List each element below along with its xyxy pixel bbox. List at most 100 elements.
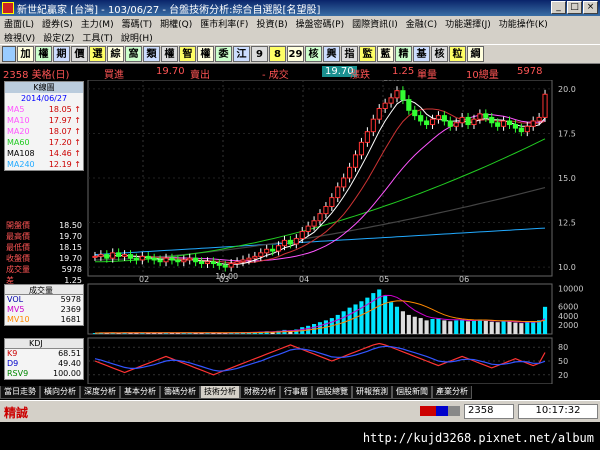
tab-1[interactable]: 橫向分析 bbox=[40, 386, 80, 399]
menu-item-7[interactable]: 操盤密碼(P) bbox=[292, 17, 348, 30]
menu-item-11[interactable]: 功能操作(K) bbox=[495, 17, 552, 30]
candle-body bbox=[424, 120, 430, 126]
volume-row-mv5: MV5 2369 bbox=[5, 305, 83, 315]
toolbar-button-17[interactable]: 興 bbox=[323, 46, 340, 62]
minimize-button[interactable]: _ bbox=[551, 1, 566, 14]
toolbar-button-8[interactable]: 權 bbox=[161, 46, 178, 62]
toolbar-button-1[interactable]: 權 bbox=[35, 46, 52, 62]
menu-item-view-2[interactable]: 工具(T) bbox=[78, 31, 117, 44]
tab-9[interactable]: 研報預測 bbox=[352, 386, 392, 399]
toolbar-button-4[interactable]: 選 bbox=[89, 46, 106, 62]
toolbar-button-9[interactable]: 智 bbox=[179, 46, 196, 62]
menu-item-6[interactable]: 投資(B) bbox=[252, 17, 291, 30]
toolbar-button-18[interactable]: 指 bbox=[341, 46, 358, 62]
sell-label: 賣出 bbox=[190, 70, 210, 81]
toolbar-button-25[interactable]: 綱 bbox=[467, 46, 484, 62]
toolbar-button-11[interactable]: 委 bbox=[215, 46, 232, 62]
tab-7[interactable]: 行事曆 bbox=[280, 386, 312, 399]
menu-item-5[interactable]: 匯市利率(F) bbox=[196, 17, 252, 30]
high-annotation: 19.90 bbox=[383, 80, 406, 83]
price-tick-label: 12.5 bbox=[558, 219, 576, 228]
candle-body bbox=[382, 102, 388, 110]
single-volume-label: 單量 bbox=[417, 70, 437, 81]
tab-6[interactable]: 財務分析 bbox=[240, 386, 280, 399]
stock-code-input[interactable]: 2358 bbox=[464, 404, 514, 419]
volume-bar bbox=[507, 321, 512, 334]
volume-bar bbox=[377, 289, 382, 334]
maximize-button[interactable]: □ bbox=[567, 1, 582, 14]
time-tick-label: 02 bbox=[139, 275, 149, 284]
toolbar-button-24[interactable]: 粒 bbox=[449, 46, 466, 62]
toolbar-button-10[interactable]: 權 bbox=[197, 46, 214, 62]
candle-body bbox=[127, 254, 134, 259]
menu-bar-primary: 盡面(L) 證券(S) 主力(M) 籌碼(T) 期權(Q) 匯市利率(F) 投資(B) 操盤密… bbox=[0, 16, 600, 30]
toolbar-button-14[interactable]: 8 bbox=[269, 46, 286, 62]
volume-bar bbox=[465, 321, 471, 334]
toolbar-button-20[interactable]: 藍 bbox=[377, 46, 394, 62]
menu-item-3[interactable]: 籌碼(T) bbox=[118, 17, 157, 30]
toolbar-button-2[interactable]: 期 bbox=[53, 46, 70, 62]
menu-item-view-3[interactable]: 說明(H) bbox=[117, 31, 157, 44]
tab-10[interactable]: 個股新聞 bbox=[392, 386, 432, 399]
tab-4[interactable]: 籌碼分析 bbox=[160, 386, 200, 399]
kd-row-k9: K9 68.51 bbox=[5, 349, 83, 359]
candle-body bbox=[429, 118, 436, 126]
menu-item-10[interactable]: 功能選擇(J) bbox=[441, 17, 495, 30]
volume-tick-label: 4000 bbox=[558, 312, 578, 321]
grid-icon[interactable] bbox=[2, 46, 16, 62]
price-tick-label: 10.0 bbox=[558, 263, 576, 272]
volume-bar bbox=[383, 295, 388, 334]
toolbar-button-23[interactable]: 核 bbox=[431, 46, 448, 62]
kd-label: D9 bbox=[7, 359, 19, 368]
toolbar-button-6[interactable]: 窩 bbox=[125, 46, 142, 62]
tab-5[interactable]: 技術分析 bbox=[200, 386, 240, 399]
toolbar-button-7[interactable]: 類 bbox=[143, 46, 160, 62]
toolbar-button-19[interactable]: 監 bbox=[359, 46, 376, 62]
tab-2[interactable]: 深度分析 bbox=[80, 386, 120, 399]
tab-11[interactable]: 產業分析 bbox=[432, 386, 472, 399]
menu-item-4[interactable]: 期權(Q) bbox=[156, 17, 196, 30]
volume-row-vol: VOL 5978 bbox=[5, 295, 83, 305]
candle-body bbox=[317, 213, 323, 222]
toolbar-button-13[interactable]: 9 bbox=[251, 46, 268, 62]
ma-row-ma108: MA108 14.46 ↑ bbox=[5, 148, 83, 159]
price-value: 19.70 bbox=[59, 232, 82, 241]
volume-legend: VOL 5978 MV5 2369 MV10 1681 bbox=[4, 294, 84, 326]
menu-item-view-1[interactable]: 設定(Z) bbox=[39, 31, 78, 44]
kd-row-d9: D9 49.40 bbox=[5, 359, 83, 369]
candle-body bbox=[489, 116, 495, 124]
tab-8[interactable]: 個股總覽 bbox=[312, 386, 352, 399]
menu-item-1[interactable]: 證券(S) bbox=[38, 17, 77, 30]
volume-bar bbox=[371, 293, 376, 334]
toolbar-button-0[interactable]: 加 bbox=[17, 46, 34, 62]
candle-body bbox=[145, 255, 151, 259]
candle-body bbox=[341, 177, 347, 188]
candle-body bbox=[287, 239, 293, 245]
candle-body bbox=[228, 263, 234, 268]
volume-bar bbox=[442, 320, 447, 334]
toolbar-button-5[interactable]: 綜 bbox=[107, 46, 124, 62]
close-button[interactable]: × bbox=[583, 1, 598, 14]
tab-0[interactable]: 當日走勢 bbox=[0, 386, 40, 399]
toolbar-button-12[interactable]: 江 bbox=[233, 46, 250, 62]
menu-item-view-0[interactable]: 檢視(V) bbox=[0, 31, 39, 44]
ma-row-ma60: MA60 17.20 ↑ bbox=[5, 137, 83, 148]
volume-bar bbox=[454, 320, 459, 334]
toolbar-button-15[interactable]: 29 bbox=[287, 46, 304, 62]
ma-label: MA108 bbox=[7, 149, 35, 158]
menu-item-0[interactable]: 盡面(L) bbox=[0, 17, 38, 30]
volume-value: 1681 bbox=[60, 315, 81, 324]
toolbar-button-16[interactable]: 核 bbox=[305, 46, 322, 62]
toolbar-button-22[interactable]: 基 bbox=[413, 46, 430, 62]
menu-item-2[interactable]: 主力(M) bbox=[77, 17, 118, 30]
ma-row-ma20: MA20 18.07 ↑ bbox=[5, 126, 83, 137]
ma-label: MA5 bbox=[7, 105, 25, 114]
ma-value: 18.07 ↑ bbox=[48, 127, 81, 136]
toolbar-button-21[interactable]: 精 bbox=[395, 46, 412, 62]
menu-item-9[interactable]: 金融(C) bbox=[402, 17, 441, 30]
price-label: 最高價 bbox=[6, 232, 30, 241]
tab-3[interactable]: 基本分析 bbox=[120, 386, 160, 399]
chart-area[interactable]: 10.012.515.017.520.0020304050619.9010.00… bbox=[0, 80, 600, 384]
toolbar-button-3[interactable]: 價 bbox=[71, 46, 88, 62]
menu-item-8[interactable]: 國際資訊(I) bbox=[348, 17, 402, 30]
